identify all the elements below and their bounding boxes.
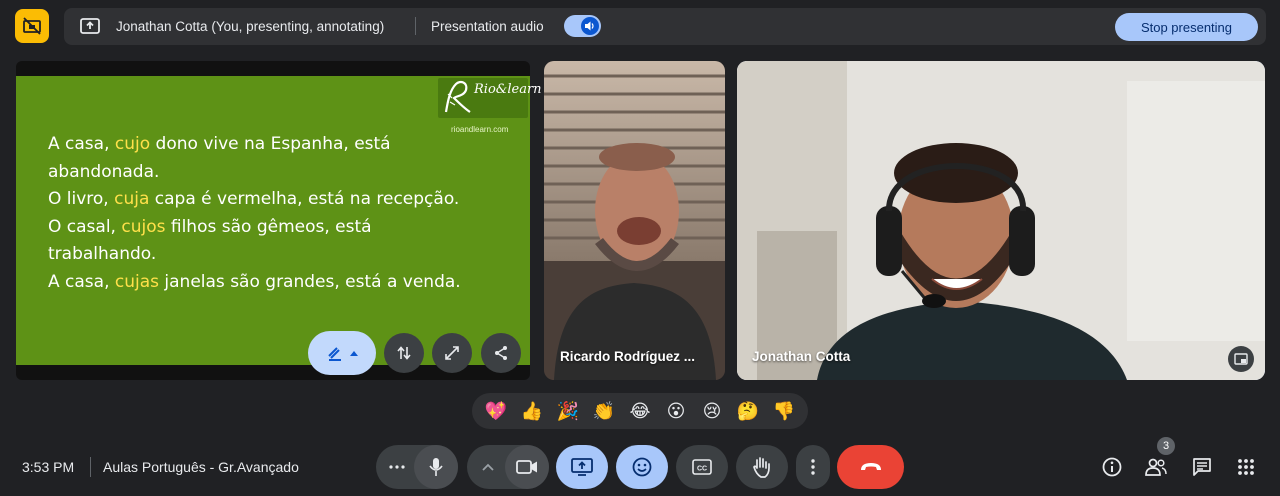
reaction-thinking[interactable]: 🤔 [733, 396, 763, 426]
captions-button[interactable]: CC [676, 445, 728, 489]
volume-icon [581, 17, 599, 35]
presenter-label: Jonathan Cotta (You, presenting, annotat… [116, 19, 385, 34]
sentence-text: janelas são grandes, está a venda. [159, 271, 461, 292]
sentence-highlight: cuja [114, 189, 150, 209]
camera-icon [516, 460, 537, 474]
video-options-button[interactable] [471, 445, 505, 489]
participant-video [544, 61, 725, 380]
annotation-pen-button[interactable] [308, 331, 376, 375]
logo-name: Rio&learn [474, 82, 542, 97]
sentence-highlight: cujos [121, 216, 166, 237]
participant-count-badge: 3 [1157, 437, 1175, 455]
stop-presenting-button[interactable]: Stop presenting [1115, 13, 1258, 41]
fullscreen-icon [445, 346, 459, 360]
participant-name: Ricardo Rodríguez ... [560, 349, 696, 364]
more-vert-icon [811, 459, 815, 475]
sentence-highlight: cujo [114, 134, 151, 154]
send-reaction-button[interactable] [616, 445, 668, 489]
more-options-button[interactable] [796, 445, 830, 489]
sentence-text: capa é vermelha, está na recepção. [149, 189, 460, 209]
reaction-laugh[interactable]: 😂 [625, 396, 655, 426]
raise-hand-button[interactable] [736, 445, 788, 489]
swap-icon [397, 346, 411, 360]
info-icon [1102, 457, 1122, 477]
captions-icon: CC [692, 459, 712, 475]
reaction-sad[interactable]: 😢 [697, 396, 727, 426]
hide-self-view-button[interactable] [15, 9, 49, 43]
chat-icon [1193, 458, 1211, 476]
people-button[interactable] [1141, 452, 1171, 482]
mic-icon [429, 458, 443, 476]
participant-name: Jonathan Cotta [752, 349, 851, 364]
reaction-surprised[interactable]: 😮 [661, 396, 691, 426]
present-icon [80, 17, 100, 35]
audio-options-button[interactable] [380, 445, 414, 489]
divider [90, 457, 91, 477]
logo-mark-icon [442, 80, 474, 116]
slide-sentence: O livro, cuja capa é vermelha, está na r… [48, 186, 478, 214]
chat-button[interactable] [1187, 452, 1217, 482]
slide-sentence: A casa, cujas janelas são grandes, está … [48, 269, 478, 297]
end-call-icon [860, 463, 881, 470]
present-screen-icon [571, 458, 593, 476]
pip-icon [1234, 353, 1248, 365]
apps-icon [1238, 459, 1254, 475]
activities-button[interactable] [1231, 452, 1261, 482]
picture-in-picture-button[interactable] [1228, 346, 1254, 372]
chevron-up-icon [482, 463, 494, 471]
reaction-party[interactable]: 🎉 [553, 396, 583, 426]
sentence-highlight: cujas [114, 271, 160, 292]
participant-video [737, 61, 1265, 380]
reaction-thumbs-up[interactable]: 👍 [517, 396, 547, 426]
sentence-text: O casal, [48, 216, 122, 237]
reaction-thumbs-down[interactable]: 👎 [769, 396, 799, 426]
sentence-text: A casa, [48, 134, 115, 154]
more-icon [389, 465, 405, 469]
people-icon [1145, 458, 1167, 476]
slide-sentence: O casal, cujos filhos são gêmeos, está t… [48, 214, 478, 269]
reaction-heart[interactable]: 💖 [481, 396, 511, 426]
participant-tile-jonathan[interactable]: Jonathan Cotta [737, 61, 1265, 380]
participant-tile-ricardo[interactable]: Ricardo Rodríguez ... [544, 61, 725, 380]
leave-call-button[interactable] [837, 445, 904, 489]
svg-text:CC: CC [697, 466, 707, 473]
share-button[interactable] [481, 333, 521, 373]
present-now-button[interactable] [556, 445, 608, 489]
swap-view-button[interactable] [384, 333, 424, 373]
hide-self-icon [23, 17, 41, 35]
meeting-name: Aulas Português - Gr.Avançado [103, 459, 299, 475]
raise-hand-icon [753, 457, 770, 478]
mic-button[interactable] [414, 445, 458, 489]
camera-button[interactable] [505, 445, 549, 489]
presentation-audio-label: Presentation audio [431, 19, 544, 34]
sentence-text: A casa, [48, 271, 115, 292]
caret-up-icon [350, 351, 358, 356]
pen-icon [328, 347, 341, 361]
share-icon [495, 346, 507, 360]
divider [415, 17, 416, 35]
clock: 3:53 PM [22, 459, 75, 475]
fullscreen-button[interactable] [432, 333, 472, 373]
sentence-text: O livro, [48, 189, 115, 209]
reactions-bar: 💖 👍 🎉 👏 😂 😮 😢 🤔 👎 [472, 393, 808, 429]
reaction-clap[interactable]: 👏 [589, 396, 619, 426]
slide-text: A casa, cujo dono vive na Espanha, está … [48, 131, 478, 296]
slide-sentence: A casa, cujo dono vive na Espanha, está … [48, 131, 478, 186]
emoji-icon [632, 457, 652, 477]
meeting-details-button[interactable] [1097, 452, 1127, 482]
